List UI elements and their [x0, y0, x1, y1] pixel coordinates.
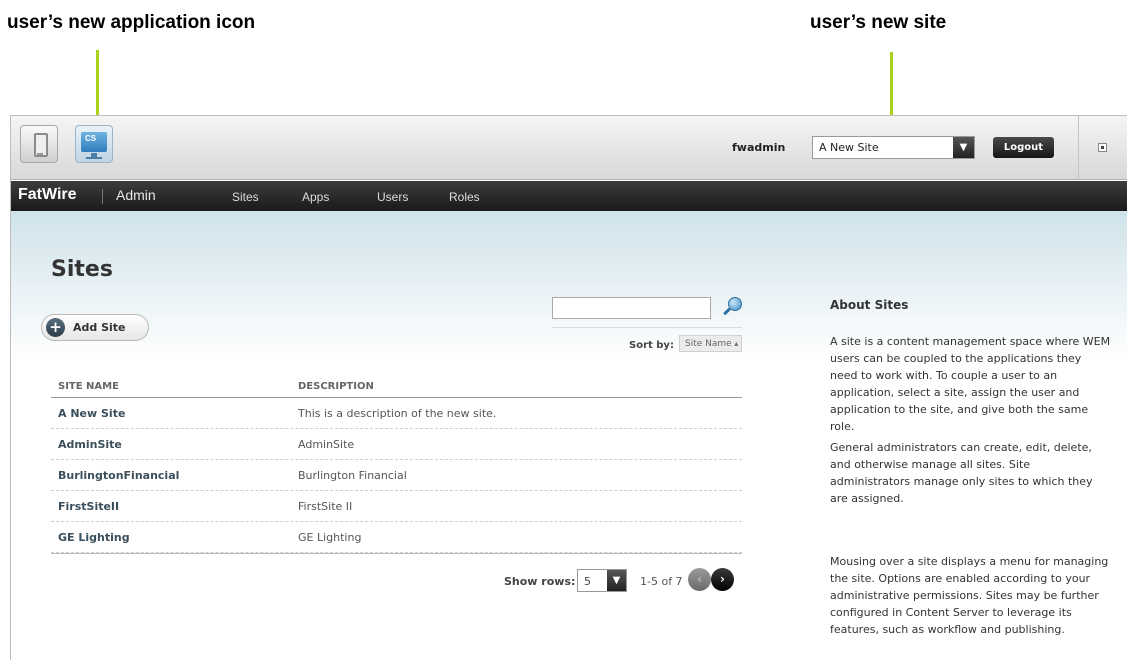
topbar-divider: [1078, 116, 1079, 180]
window-control-icon[interactable]: [1098, 143, 1107, 152]
brand-logo: FatWire: [18, 186, 77, 203]
search-divider: [552, 327, 742, 328]
brand-divider: [102, 189, 103, 204]
rows-per-page-value: 5: [584, 575, 591, 588]
about-sites-heading: About Sites: [830, 298, 909, 312]
app-name: Admin: [116, 187, 156, 203]
site-name-cell[interactable]: BurlingtonFinancial: [58, 469, 179, 482]
site-selector-value: A New Site: [819, 141, 879, 154]
column-header-site-name[interactable]: SITE NAME: [58, 381, 119, 392]
current-username: fwadmin: [732, 141, 786, 154]
cs-monitor-icon: CS: [81, 132, 107, 152]
wem-home-app-icon[interactable]: [20, 125, 58, 163]
page-range-text: 1-5 of 7: [640, 575, 683, 588]
main-content: Sites + Add Site Sort by: Site Name SITE…: [11, 211, 1127, 660]
nav-item-roles[interactable]: Roles: [449, 190, 480, 204]
site-name-cell[interactable]: AdminSite: [58, 438, 122, 451]
site-selector-dropdown[interactable]: A New Site ▼: [812, 136, 975, 159]
previous-page-button[interactable]: ‹: [688, 568, 711, 591]
next-page-button[interactable]: ›: [711, 568, 734, 591]
nav-item-sites[interactable]: Sites: [232, 190, 259, 204]
page-title: Sites: [51, 257, 113, 282]
annotation-new-site: user’s new site: [810, 12, 947, 33]
search-icon[interactable]: [722, 296, 744, 318]
add-site-button[interactable]: + Add Site: [41, 314, 149, 341]
chevron-down-icon[interactable]: ▼: [607, 570, 626, 591]
chevron-down-icon[interactable]: ▼: [953, 137, 974, 158]
rows-per-page-dropdown[interactable]: 5 ▼: [577, 569, 627, 592]
plus-icon: +: [46, 318, 65, 337]
site-description-cell: FirstSite II: [298, 500, 353, 513]
table-row[interactable]: A New Site This is a description of the …: [51, 398, 742, 429]
column-header-description: DESCRIPTION: [298, 381, 374, 392]
search-input[interactable]: [552, 297, 711, 319]
sort-label: Sort by:: [629, 340, 674, 351]
site-description-cell: AdminSite: [298, 438, 355, 451]
about-paragraph: Mousing over a site displays a menu for …: [830, 555, 1109, 636]
table-row[interactable]: BurlingtonFinancial Burlington Financial: [51, 460, 742, 491]
site-name-cell[interactable]: GE Lighting: [58, 531, 130, 544]
about-paragraph: General administrators can create, edit,…: [830, 441, 1093, 505]
nav-item-users[interactable]: Users: [377, 190, 408, 204]
nav-item-apps[interactable]: Apps: [302, 190, 329, 204]
table-row[interactable]: GE Lighting GE Lighting: [51, 522, 742, 553]
site-description-cell: This is a description of the new site.: [298, 407, 497, 420]
about-paragraph: A site is a content management space whe…: [830, 335, 1111, 433]
cs-monitor-base: [86, 157, 102, 159]
show-rows-label: Show rows:: [504, 575, 576, 588]
site-name-cell[interactable]: FirstSiteII: [58, 500, 119, 513]
table-bottom-divider: [51, 553, 742, 554]
add-site-label: Add Site: [73, 321, 126, 334]
table-row[interactable]: FirstSiteII FirstSite II: [51, 491, 742, 522]
table-row[interactable]: AdminSite AdminSite: [51, 429, 742, 460]
sort-value: Site Name: [685, 339, 738, 349]
site-description-cell: GE Lighting: [298, 531, 362, 544]
site-description-cell: Burlington Financial: [298, 469, 407, 482]
content-server-app-icon[interactable]: CS: [75, 125, 113, 163]
main-nav-bar: FatWire Admin Sites Apps Users Roles: [11, 181, 1127, 211]
application-window: CS fwadmin A New Site ▼ Logout FatWire A…: [10, 115, 1127, 660]
logout-button[interactable]: Logout: [993, 137, 1054, 158]
sort-dropdown[interactable]: Site Name: [679, 335, 742, 352]
annotation-application-icon: user’s new application icon: [7, 12, 256, 33]
site-name-cell[interactable]: A New Site: [58, 407, 125, 420]
top-bar: CS fwadmin A New Site ▼ Logout: [11, 116, 1127, 180]
